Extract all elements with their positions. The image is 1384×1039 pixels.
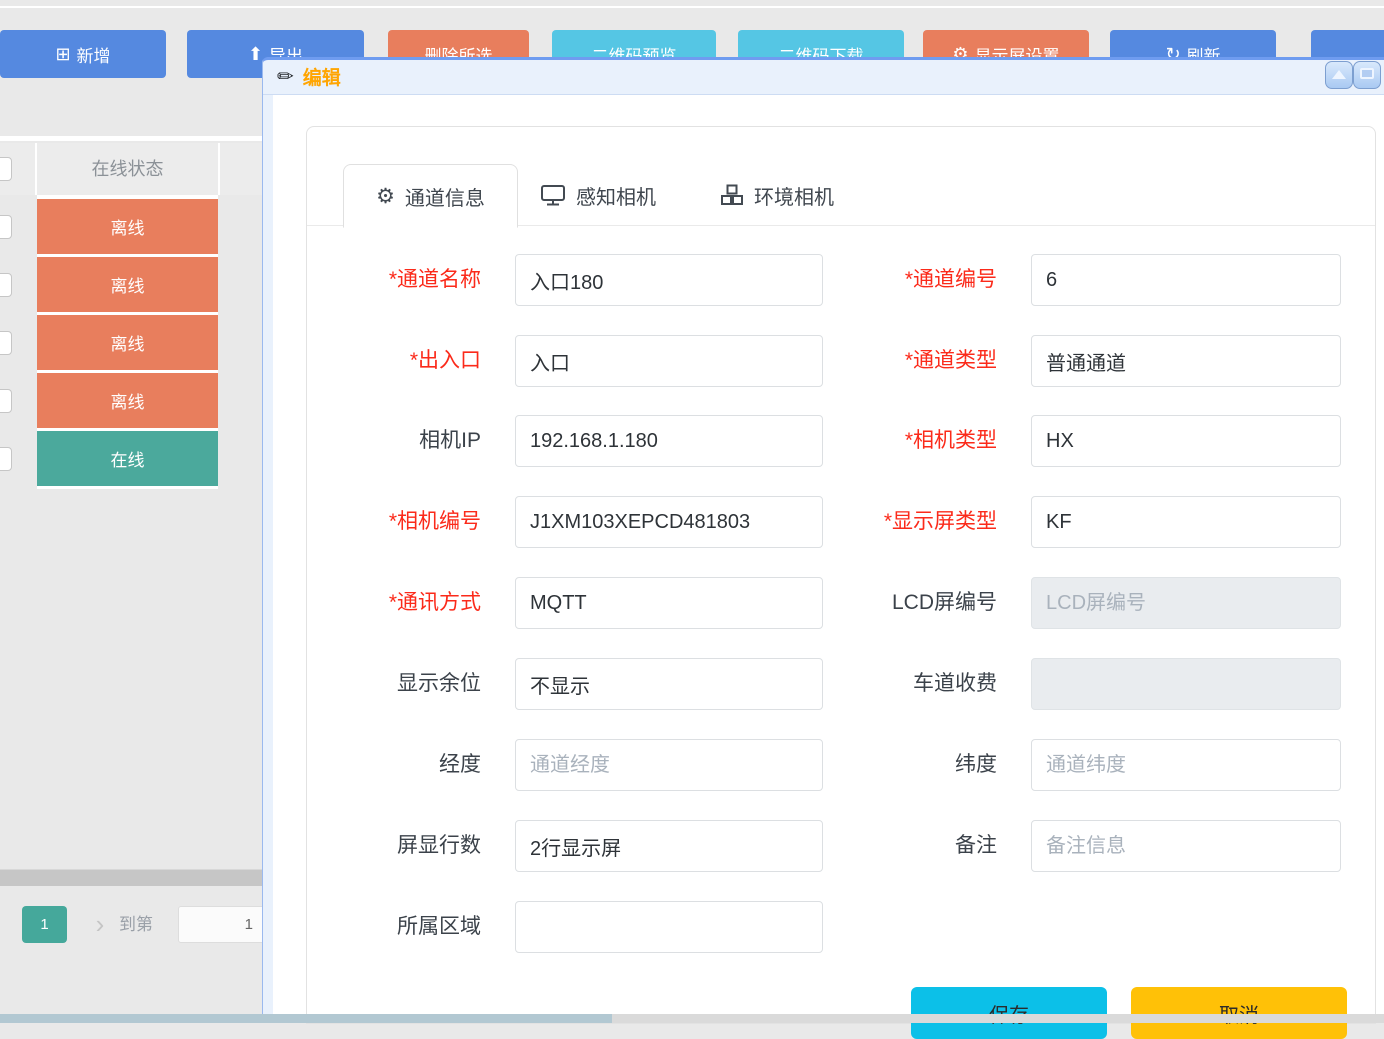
lane-toll-label: 车道收费 bbox=[857, 658, 997, 710]
gate-direction-input[interactable] bbox=[515, 335, 823, 387]
top-strip bbox=[0, 0, 1384, 8]
region-label: 所属区域 bbox=[341, 901, 481, 953]
row-checkbox[interactable] bbox=[0, 447, 12, 471]
channel-name-label: *通道名称 bbox=[341, 254, 481, 306]
monitor-icon bbox=[540, 183, 566, 207]
channel-no-label: *通道编号 bbox=[857, 254, 997, 306]
collapse-icon bbox=[1332, 70, 1346, 79]
form-panel: ⚙ 通道信息 感知相机 环境相机 *通道名称 bbox=[306, 126, 1376, 1024]
tab-channel-info-label: 通道信息 bbox=[405, 182, 485, 211]
row-checkbox[interactable] bbox=[0, 331, 12, 355]
tab-channel-info[interactable]: ⚙ 通道信息 bbox=[343, 164, 518, 228]
latitude-input[interactable] bbox=[1031, 739, 1341, 791]
column-divider bbox=[218, 143, 220, 195]
tab-environment-camera-label: 环境相机 bbox=[754, 181, 834, 210]
edit-dialog-body: ⚙ 通道信息 感知相机 环境相机 *通道名称 bbox=[273, 95, 1384, 1022]
status-badge: 离线 bbox=[37, 199, 218, 254]
status-badge: 离线 bbox=[37, 315, 218, 370]
tab-perception-camera[interactable]: 感知相机 bbox=[540, 164, 656, 226]
screen-rows-input[interactable] bbox=[515, 820, 823, 872]
channel-type-label: *通道类型 bbox=[857, 335, 997, 387]
region-input[interactable] bbox=[515, 901, 823, 953]
row-checkbox[interactable] bbox=[0, 273, 12, 297]
cancel-button[interactable]: 取消 bbox=[1131, 987, 1347, 1039]
display-type-input[interactable] bbox=[1031, 496, 1341, 548]
add-button-label: 新增 bbox=[77, 42, 111, 67]
select-all-checkbox[interactable] bbox=[0, 157, 12, 181]
pagination-next-icon[interactable]: › bbox=[83, 906, 117, 943]
tab-perception-camera-label: 感知相机 bbox=[576, 181, 656, 210]
screen-rows-label: 屏显行数 bbox=[341, 820, 481, 872]
collapse-dialog-button[interactable] bbox=[1325, 61, 1353, 89]
camera-number-label: *相机编号 bbox=[341, 496, 481, 548]
page-horizontal-scrollbar[interactable] bbox=[0, 1014, 1384, 1023]
pencil-icon: ✏ bbox=[277, 64, 294, 89]
gate-direction-label: *出入口 bbox=[341, 335, 481, 387]
maximize-dialog-button[interactable] bbox=[1353, 61, 1381, 89]
online-status-column-header: 在线状态 bbox=[37, 143, 218, 195]
comm-method-input[interactable] bbox=[515, 577, 823, 629]
channel-no-input[interactable] bbox=[1031, 254, 1341, 306]
column-divider bbox=[35, 143, 37, 195]
channel-type-input[interactable] bbox=[1031, 335, 1341, 387]
status-badge: 离线 bbox=[37, 373, 218, 428]
table-top-separator bbox=[0, 136, 262, 141]
gear-icon: ⚙ bbox=[376, 186, 395, 207]
table-horizontal-scrollbar[interactable] bbox=[0, 869, 262, 886]
camera-ip-input[interactable] bbox=[515, 415, 823, 467]
lcd-no-input bbox=[1031, 577, 1341, 629]
pagination-page-1[interactable]: 1 bbox=[22, 906, 67, 943]
lcd-no-label: LCD屏编号 bbox=[857, 577, 997, 629]
cubes-icon bbox=[720, 184, 744, 206]
lane-toll-input bbox=[1031, 658, 1341, 710]
add-button[interactable]: ⊞ 新增 bbox=[0, 30, 166, 78]
pagination-goto-input[interactable] bbox=[178, 906, 268, 943]
show-remaining-input[interactable] bbox=[515, 658, 823, 710]
camera-ip-label: 相机IP bbox=[341, 415, 481, 467]
show-remaining-label: 显示余位 bbox=[341, 658, 481, 710]
edit-dialog-header: ✏ 编辑 bbox=[263, 60, 1384, 95]
camera-type-label: *相机类型 bbox=[857, 415, 997, 467]
edit-dialog-title-text: 编辑 bbox=[303, 63, 341, 90]
maximize-icon bbox=[1360, 68, 1374, 79]
row-checkbox[interactable] bbox=[0, 215, 12, 239]
row-checkbox[interactable] bbox=[0, 389, 12, 413]
export-icon: ⬆ bbox=[248, 45, 263, 63]
scrollbar-thumb[interactable] bbox=[0, 1014, 612, 1023]
channel-name-input[interactable] bbox=[515, 254, 823, 306]
remark-label: 备注 bbox=[857, 820, 997, 872]
pagination-goto-label: 到第 bbox=[119, 906, 153, 943]
save-button[interactable]: 保存 bbox=[911, 987, 1107, 1039]
tab-environment-camera[interactable]: 环境相机 bbox=[720, 164, 834, 226]
camera-type-input[interactable] bbox=[1031, 415, 1341, 467]
status-badge: 离线 bbox=[37, 257, 218, 312]
edit-dialog-title: ✏ 编辑 bbox=[277, 63, 341, 90]
longitude-input[interactable] bbox=[515, 739, 823, 791]
comm-method-label: *通讯方式 bbox=[341, 577, 481, 629]
longitude-label: 经度 bbox=[341, 739, 481, 791]
remark-input[interactable] bbox=[1031, 820, 1341, 872]
latitude-label: 纬度 bbox=[857, 739, 997, 791]
table-header-row: 在线状态 bbox=[0, 143, 262, 195]
camera-number-input[interactable] bbox=[515, 496, 823, 548]
display-type-label: *显示屏类型 bbox=[857, 496, 997, 548]
edit-dialog: ✏ 编辑 ⚙ 通道信息 感知相机 bbox=[262, 57, 1384, 1023]
add-icon: ⊞ bbox=[55, 45, 70, 63]
status-badge: 在线 bbox=[37, 431, 218, 486]
